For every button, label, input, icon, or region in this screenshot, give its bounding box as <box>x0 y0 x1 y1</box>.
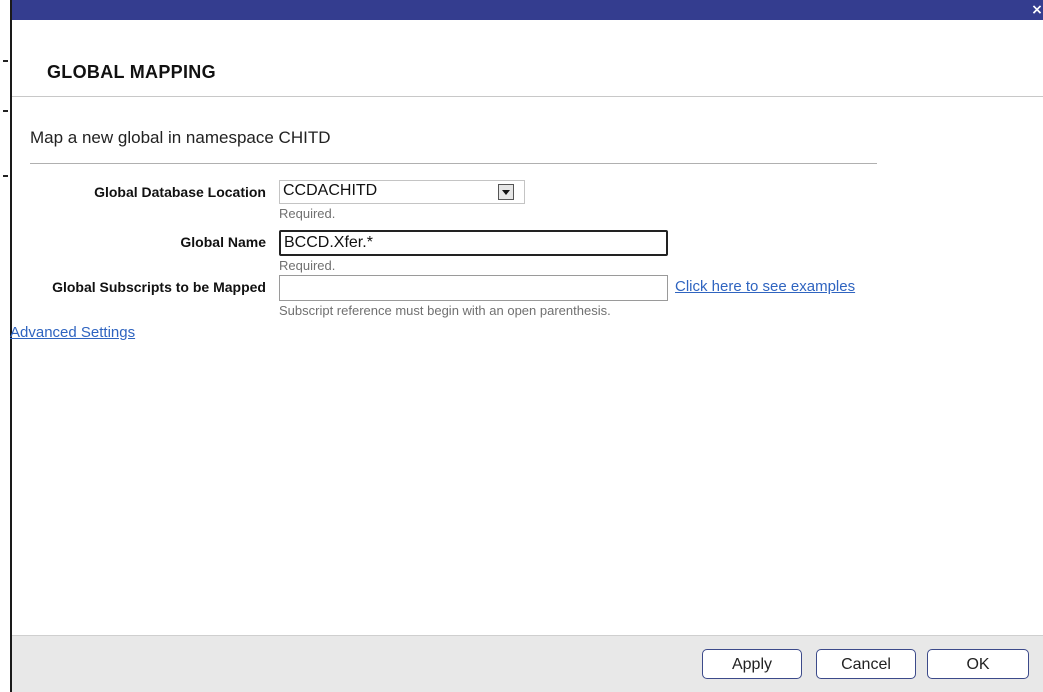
edge-mark <box>3 110 8 112</box>
form-subtitle: Map a new global in namespace CHITD <box>30 128 331 147</box>
subscripts-label: Global Subscripts to be Mapped <box>52 279 266 295</box>
database-location-select[interactable]: CCDACHITD <box>279 180 525 204</box>
examples-link[interactable]: Click here to see examples <box>675 278 855 295</box>
apply-button[interactable]: Apply <box>702 649 802 679</box>
database-location-value: CCDACHITD <box>283 182 378 199</box>
database-location-label-wrap: Global Database Location <box>12 184 266 204</box>
ok-button[interactable]: OK <box>927 649 1029 679</box>
divider <box>30 163 877 164</box>
subscripts-hint: Subscript reference must begin with an o… <box>279 303 611 318</box>
chevron-down-icon[interactable] <box>498 184 514 200</box>
global-name-label: Global Name <box>180 234 266 250</box>
global-name-input[interactable] <box>279 230 668 256</box>
subscripts-label-wrap: Global Subscripts to be Mapped <box>12 279 266 299</box>
subscripts-input[interactable] <box>279 275 668 301</box>
global-mapping-dialog: GLOBAL MAPPING Map a new global in names… <box>10 20 1043 692</box>
dialog-header: GLOBAL MAPPING <box>12 20 1043 97</box>
edge-mark <box>3 175 8 177</box>
dialog-footer: Apply Cancel OK <box>12 635 1043 692</box>
window-left-edge <box>0 0 12 692</box>
global-name-hint: Required. <box>279 258 336 273</box>
database-location-hint: Required. <box>279 206 336 221</box>
advanced-settings-link[interactable]: Advanced Settings <box>10 324 135 341</box>
database-location-label: Global Database Location <box>94 184 266 200</box>
dialog-titlebar: × <box>12 0 1043 20</box>
page-title: GLOBAL MAPPING <box>47 62 216 82</box>
global-name-label-wrap: Global Name <box>12 234 266 254</box>
edge-mark <box>3 60 8 62</box>
cancel-button[interactable]: Cancel <box>816 649 916 679</box>
close-icon[interactable]: × <box>1031 1 1043 19</box>
